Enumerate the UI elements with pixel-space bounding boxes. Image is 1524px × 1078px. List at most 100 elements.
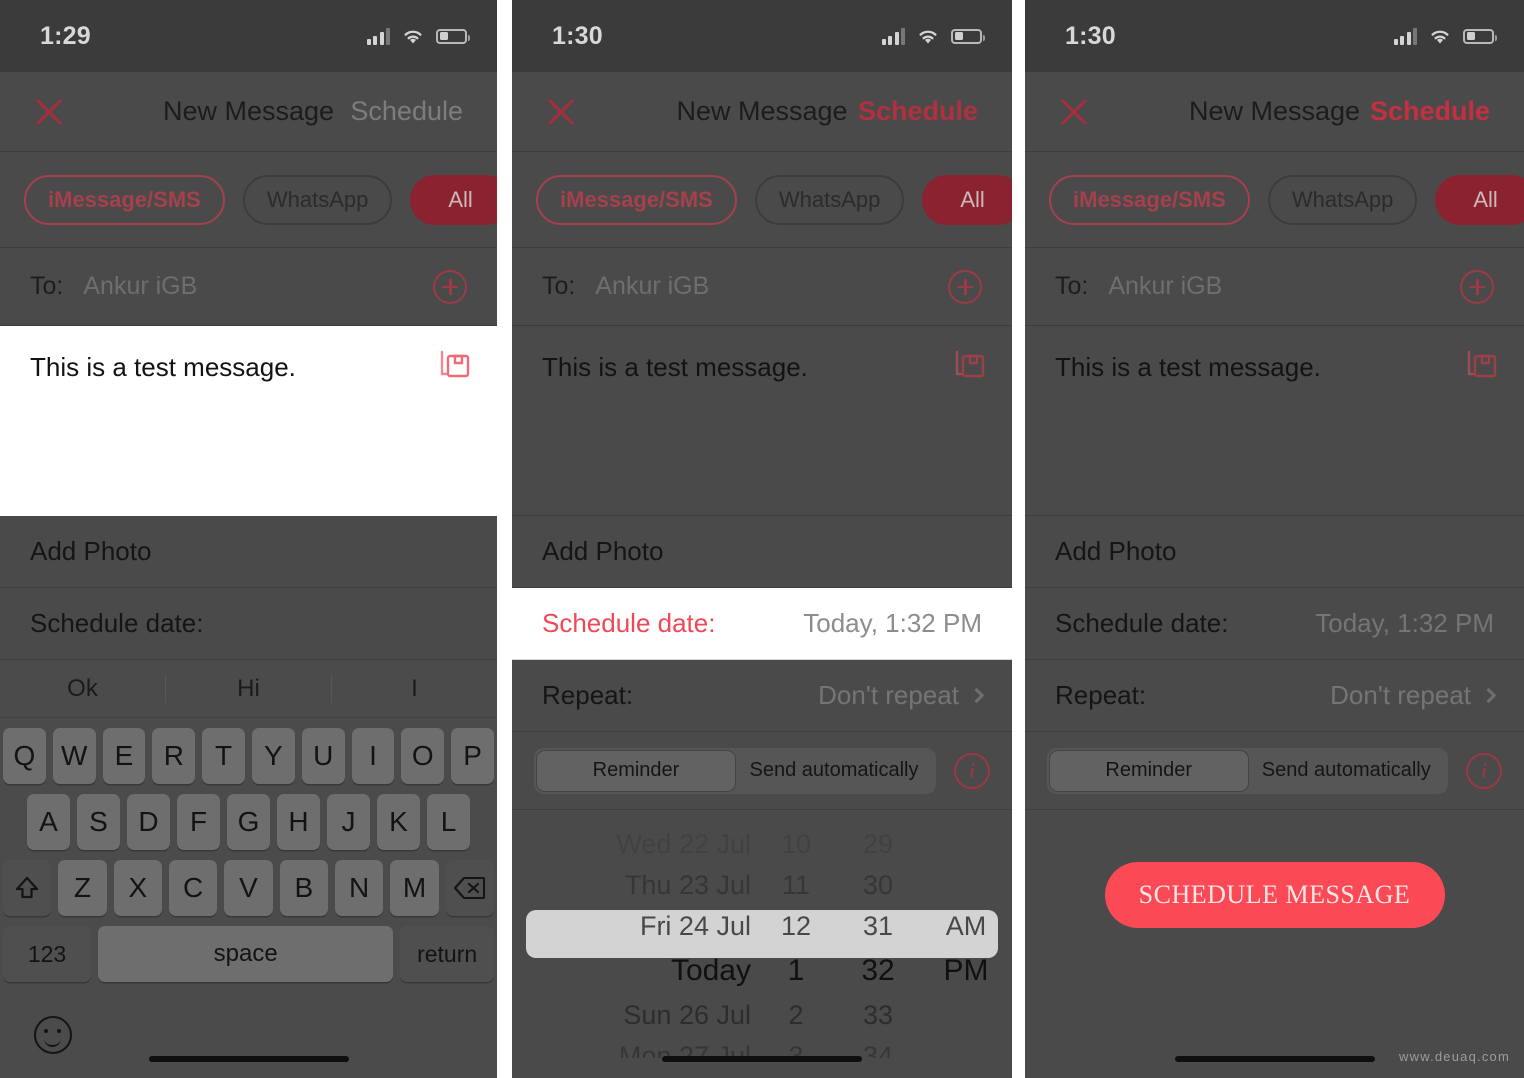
datetime-picker-wheel[interactable]: Wed 22 Jul 10 29 Thu 23 Jul 11 30 Fri 24… [512, 810, 1012, 1058]
screenshot-stage: 1:29 New Message Schedule iMessage/SMS W… [0, 0, 1524, 1078]
key-f[interactable]: F [177, 794, 220, 850]
message-body[interactable]: This is a test message. [512, 326, 1012, 516]
wifi-icon [916, 27, 940, 45]
picker-row[interactable]: Mon 27 Jul 3 34 [512, 1036, 1012, 1058]
key-d[interactable]: D [127, 794, 170, 850]
key-w[interactable]: W [52, 728, 96, 784]
picker-hour: 1 [787, 954, 805, 987]
info-circle-icon[interactable]: i [1466, 752, 1502, 789]
key-b[interactable]: B [279, 860, 328, 916]
message-body[interactable]: This is a test message. [0, 326, 497, 516]
schedule-button[interactable]: Schedule [350, 96, 463, 127]
segment-send-automatically[interactable]: Send automatically [1248, 751, 1446, 791]
picker-row[interactable]: Sun 26 Jul 2 33 [512, 995, 1012, 1036]
recipient-value[interactable]: Ankur iGB [595, 272, 709, 301]
service-pill-all[interactable]: All [1435, 174, 1524, 225]
service-pill-all[interactable]: All [410, 174, 497, 225]
key-x[interactable]: X [113, 860, 162, 916]
key-q[interactable]: Q [3, 728, 46, 784]
picker-row[interactable]: Thu 23 Jul 11 30 [512, 865, 1012, 906]
nav-bar: New Message Schedule [1025, 72, 1524, 152]
backspace-icon[interactable] [445, 860, 494, 916]
shift-icon[interactable] [3, 860, 52, 916]
key-y[interactable]: Y [252, 728, 295, 784]
key-j[interactable]: J [327, 794, 370, 850]
key-e[interactable]: E [102, 728, 146, 784]
site-watermark: www.deuaq.com [1399, 1049, 1510, 1064]
schedule-button[interactable]: Schedule [858, 96, 978, 127]
suggestion-0[interactable]: Ok [0, 675, 165, 703]
key-a[interactable]: A [27, 794, 70, 850]
key-i[interactable]: I [351, 728, 395, 784]
add-photo-row[interactable]: Add Photo [0, 516, 497, 588]
repeat-row[interactable]: Repeat: Don't repeat [1025, 660, 1524, 732]
picker-row[interactable]: Fri 24 Jul 12 31 AM [512, 906, 1012, 947]
save-floppy-icon[interactable] [439, 348, 471, 385]
status-icons [366, 27, 470, 45]
schedule-date-value: Today, 1:32 PM [1315, 608, 1494, 638]
chevron-right-icon [1480, 687, 1497, 704]
numbers-key[interactable]: 123 [3, 926, 92, 982]
schedule-date-row[interactable]: Schedule date: Today, 1:32 PM [1025, 588, 1524, 660]
key-k[interactable]: K [377, 794, 420, 850]
suggestion-2[interactable]: I [331, 674, 497, 703]
segment-send-automatically[interactable]: Send automatically [735, 751, 933, 791]
save-floppy-icon[interactable] [1466, 348, 1498, 385]
schedule-message-button[interactable]: SCHEDULE MESSAGE [1104, 862, 1445, 928]
suggestion-1[interactable]: Hi [165, 674, 331, 703]
service-pill-all[interactable]: All [922, 174, 1012, 225]
add-photo-row[interactable]: Add Photo [1025, 516, 1524, 588]
key-h[interactable]: H [277, 794, 320, 850]
key-t[interactable]: T [202, 728, 245, 784]
space-key[interactable]: space [98, 926, 394, 982]
add-contact-plus-icon[interactable] [433, 269, 467, 304]
schedule-date-row[interactable]: Schedule date: Today, 1:32 PM [512, 588, 1012, 660]
service-pill-imessage[interactable]: iMessage/SMS [24, 174, 225, 225]
service-filter-row: iMessage/SMS WhatsApp All [0, 152, 497, 248]
picker-row-selected[interactable]: Today 1 32 PM [512, 947, 1012, 995]
save-floppy-icon[interactable] [954, 348, 986, 385]
info-circle-icon[interactable]: i [954, 752, 990, 789]
recipient-value[interactable]: Ankur iGB [83, 272, 197, 301]
phone-screen-1: 1:29 New Message Schedule iMessage/SMS W… [0, 0, 497, 1078]
delivery-mode-segmented-control[interactable]: Reminder Send automatically [1047, 747, 1448, 794]
emoji-smiley-icon[interactable] [34, 1016, 72, 1054]
key-n[interactable]: N [334, 860, 384, 916]
service-pill-imessage[interactable]: iMessage/SMS [1049, 174, 1250, 225]
schedule-date-row[interactable]: Schedule date: [0, 588, 497, 660]
picker-row[interactable]: Wed 22 Jul 10 29 [512, 824, 1012, 865]
message-body[interactable]: This is a test message. [1025, 326, 1524, 516]
recipient-value[interactable]: Ankur iGB [1108, 272, 1222, 301]
key-m[interactable]: M [390, 860, 439, 916]
key-p[interactable]: P [451, 728, 494, 784]
add-contact-plus-icon[interactable] [1460, 269, 1494, 304]
recipient-row: To: Ankur iGB [512, 248, 1012, 326]
key-l[interactable]: L [427, 794, 470, 850]
to-label: To: [30, 272, 64, 300]
key-s[interactable]: S [77, 794, 120, 850]
key-r[interactable]: R [152, 728, 196, 784]
service-pill-imessage[interactable]: iMessage/SMS [536, 174, 737, 225]
repeat-row[interactable]: Repeat: Don't repeat [512, 660, 1012, 732]
key-v[interactable]: V [224, 860, 273, 916]
key-g[interactable]: G [227, 794, 270, 850]
onscreen-keyboard[interactable]: Ok Hi I Q W E R T Y U I O P A S D F G H … [0, 660, 497, 1078]
key-z[interactable]: Z [58, 860, 107, 916]
service-pill-whatsapp[interactable]: WhatsApp [1267, 174, 1418, 225]
return-key[interactable]: return [400, 926, 494, 982]
key-o[interactable]: O [401, 728, 445, 784]
delivery-mode-segmented-control[interactable]: Reminder Send automatically [534, 747, 936, 794]
segment-reminder[interactable]: Reminder [537, 750, 735, 791]
service-pill-whatsapp[interactable]: WhatsApp [242, 174, 393, 225]
picker-minute: 31 [862, 911, 894, 941]
key-c[interactable]: C [169, 860, 218, 916]
status-time: 1:30 [552, 21, 603, 50]
add-contact-plus-icon[interactable] [948, 269, 982, 304]
segment-reminder[interactable]: Reminder [1050, 750, 1248, 791]
cellular-signal-icon [1393, 27, 1417, 45]
schedule-button[interactable]: Schedule [1370, 96, 1490, 127]
service-pill-whatsapp[interactable]: WhatsApp [754, 174, 905, 225]
picker-minute: 32 [861, 954, 895, 987]
key-u[interactable]: U [301, 728, 345, 784]
add-photo-row[interactable]: Add Photo [512, 516, 1012, 588]
